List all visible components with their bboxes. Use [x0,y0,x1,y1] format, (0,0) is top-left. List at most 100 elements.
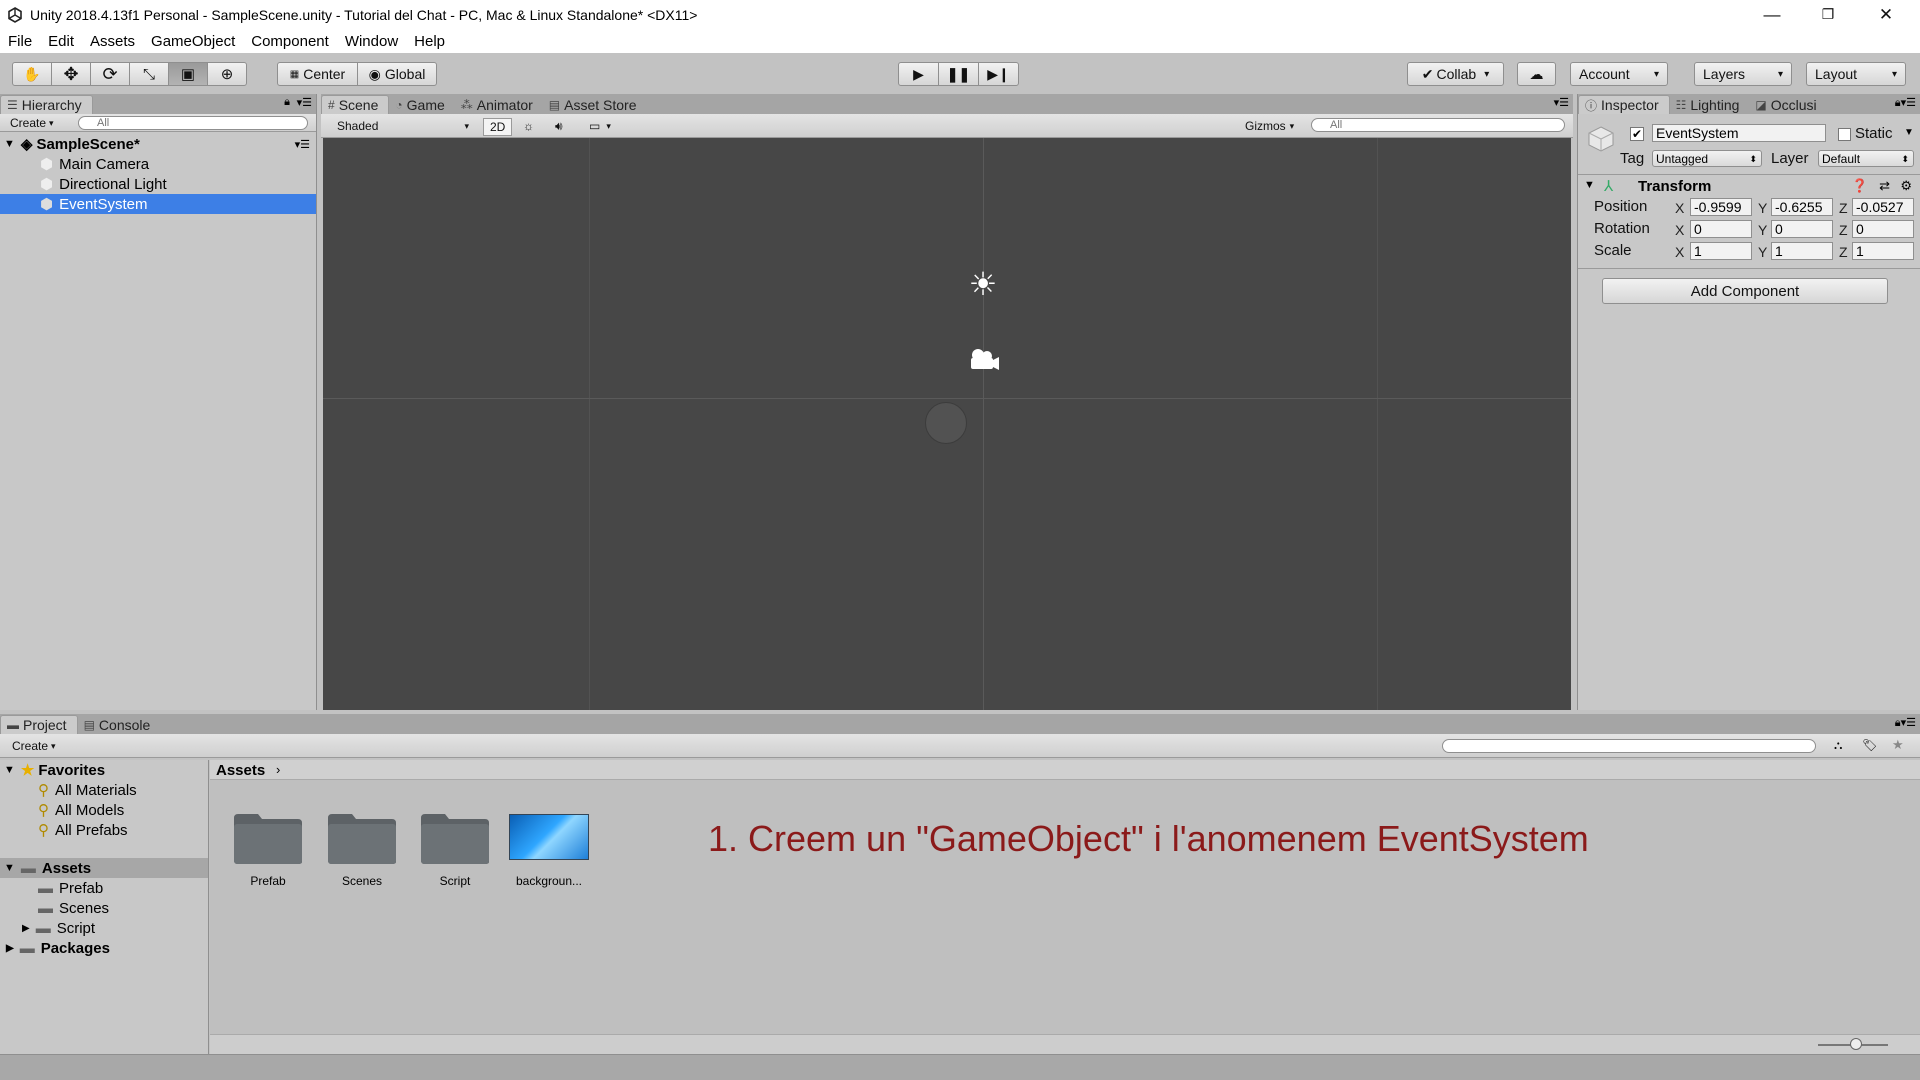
filter-label-icon[interactable]: 🏷︎ [1862,738,1877,752]
layout-dropdown[interactable]: Layout [1806,62,1906,86]
active-checkbox[interactable]: ✔ [1630,127,1644,141]
breadcrumb-assets[interactable]: Assets [216,762,265,779]
step-button[interactable]: ▶❙ [978,62,1019,86]
position-y-field[interactable]: -0.6255 [1771,198,1833,216]
triangle-right-icon[interactable]: ▶ [22,923,30,934]
scene-root-row[interactable]: ▼ ◈ SampleScene* ▾☰ [0,134,316,154]
favorites-row[interactable]: ▼ ★ Favorites [0,760,208,780]
hierarchy-search-input[interactable] [78,116,308,130]
maximize-button[interactable]: ❐ [1800,0,1856,29]
tab-lighting[interactable]: ☷ Lighting [1670,95,1750,114]
project-create-dropdown[interactable]: Create ▾ [6,738,62,754]
directional-light-gizmo-icon[interactable]: ☀ [965,266,1001,302]
scale-x-field[interactable]: 1 [1690,242,1752,260]
packages-row[interactable]: ▶ ▬ Packages [0,938,208,958]
rect-tool-button[interactable]: ▣ [168,62,208,86]
assets-root-row[interactable]: ▼ ▬ Assets [0,858,208,878]
gizmos-dropdown[interactable]: Gizmos ▾ [1239,118,1300,134]
move-tool-button[interactable]: ✥ [51,62,91,86]
transform-tool-button[interactable]: ⊕ [207,62,247,86]
rotation-z-field[interactable]: 0 [1852,220,1914,238]
account-dropdown[interactable]: Account [1570,62,1668,86]
hierarchy-item-eventsystem[interactable]: ⬢ EventSystem [0,194,316,214]
tab-asset-store[interactable]: ▤ Asset Store [543,95,647,114]
asset-folder-scenes[interactable]: Scenes [317,810,407,888]
tab-hierarchy[interactable]: ☰ Hierarchy [0,95,93,114]
chevron-down-icon[interactable]: ▼ [1904,127,1914,138]
favorite-item-models[interactable]: ⚲ All Models [0,800,208,820]
tab-occlusion[interactable]: ◪ Occlusi [1749,95,1826,114]
favorite-star-icon[interactable]: ★ [1892,737,1904,753]
zoom-slider-thumb[interactable] [1850,1038,1862,1050]
hierarchy-item-directional-light[interactable]: ⬢ Directional Light [0,174,316,194]
pause-button[interactable]: ❚❚ [938,62,979,86]
collab-button[interactable]: ✔ Collab [1407,62,1504,86]
panel-menu-icon[interactable]: ▾☰ [297,96,312,109]
preset-icon[interactable]: ⇄ [1879,178,1890,194]
folder-row-prefab[interactable]: ▬ Prefab [0,878,208,898]
tab-project[interactable]: ▬ Project [0,715,78,734]
filter-type-icon[interactable]: ⛬ [1834,738,1842,753]
layers-dropdown[interactable]: Layers [1694,62,1792,86]
hierarchy-item-main-camera[interactable]: ⬢ Main Camera [0,154,316,174]
panel-menu-icon[interactable]: 🔒︎▾☰ [1895,96,1916,110]
position-x-field[interactable]: -0.9599 [1690,198,1752,216]
tag-dropdown[interactable]: Untagged ⬍ [1652,150,1762,167]
layer-dropdown[interactable]: Default ⬍ [1818,150,1914,167]
close-button[interactable]: ✕ [1858,0,1914,29]
rotation-y-field[interactable]: 0 [1771,220,1833,238]
favorite-item-materials[interactable]: ⚲ All Materials [0,780,208,800]
scale-z-field[interactable]: 1 [1852,242,1914,260]
camera-gizmo-icon[interactable] [965,346,1001,374]
shading-mode-dropdown[interactable]: Shaded ▾ [331,118,475,134]
rotation-x-field[interactable]: 0 [1690,220,1752,238]
panel-menu-icon[interactable]: 🔒︎▾☰ [1895,716,1916,730]
scale-y-field[interactable]: 1 [1771,242,1833,260]
tab-console[interactable]: ▤ Console [78,715,161,734]
menu-component[interactable]: Component [243,33,337,50]
menu-gameobject[interactable]: GameObject [143,33,243,50]
asset-folder-script[interactable]: Script [410,810,500,888]
asset-folder-prefab[interactable]: Prefab [223,810,313,888]
lock-icon[interactable]: 🔒︎ [284,96,290,109]
minimize-button[interactable]: — [1744,0,1800,29]
eventsystem-gizmo[interactable] [925,402,967,444]
triangle-right-icon[interactable]: ▶ [6,943,14,954]
project-search-input[interactable] [1442,739,1816,753]
scene-viewport[interactable]: ☀ [323,138,1571,710]
hierarchy-create-dropdown[interactable]: Create ▾ [4,115,60,131]
effects-dropdown[interactable]: ▭ ▾ [583,118,617,134]
scene-options-icon[interactable]: ▾☰ [295,138,310,151]
position-z-field[interactable]: -0.0527 [1852,198,1914,216]
menu-window[interactable]: Window [337,33,406,50]
tab-inspector[interactable]: ⓘ Inspector [1578,95,1670,114]
toggle-2d-button[interactable]: 2D [483,118,513,136]
object-name-field[interactable]: EventSystem [1652,124,1826,142]
add-component-button[interactable]: Add Component [1602,278,1888,304]
transform-header[interactable]: ▼ ⅄ Transform ❓ ⇄ ⚙ [1578,176,1920,198]
menu-file[interactable]: File [0,33,40,50]
gear-icon[interactable]: ⚙ [1900,178,1912,194]
scale-tool-button[interactable]: ⤡ [129,62,169,86]
cloud-button[interactable]: ☁ [1517,62,1556,86]
help-icon[interactable]: ❓ [1852,178,1868,194]
hand-tool-button[interactable]: ✋ [12,62,52,86]
menu-edit[interactable]: Edit [40,33,82,50]
asset-image-background[interactable]: backgroun... [504,810,594,888]
tab-scene[interactable]: # Scene [321,95,390,114]
folder-row-script[interactable]: ▶ ▬ Script [0,918,208,938]
play-button[interactable]: ▶ [898,62,939,86]
menu-help[interactable]: Help [406,33,453,50]
tab-animator[interactable]: ⁂ Animator [455,95,543,114]
menu-assets[interactable]: Assets [82,33,143,50]
static-checkbox[interactable] [1838,128,1851,141]
audio-toggle[interactable]: 🔊︎ [549,118,569,134]
scene-search-input[interactable] [1311,118,1565,132]
rotate-tool-button[interactable]: ⟳ [90,62,130,86]
folder-row-scenes[interactable]: ▬ Scenes [0,898,208,918]
space-global-button[interactable]: ◉ Global [357,62,437,86]
pivot-center-button[interactable]: ▦ Center [277,62,358,86]
favorite-item-prefabs[interactable]: ⚲ All Prefabs [0,820,208,840]
panel-menu-icon[interactable]: ▾☰ [1554,96,1569,109]
lighting-toggle[interactable]: ☼ [517,118,540,134]
